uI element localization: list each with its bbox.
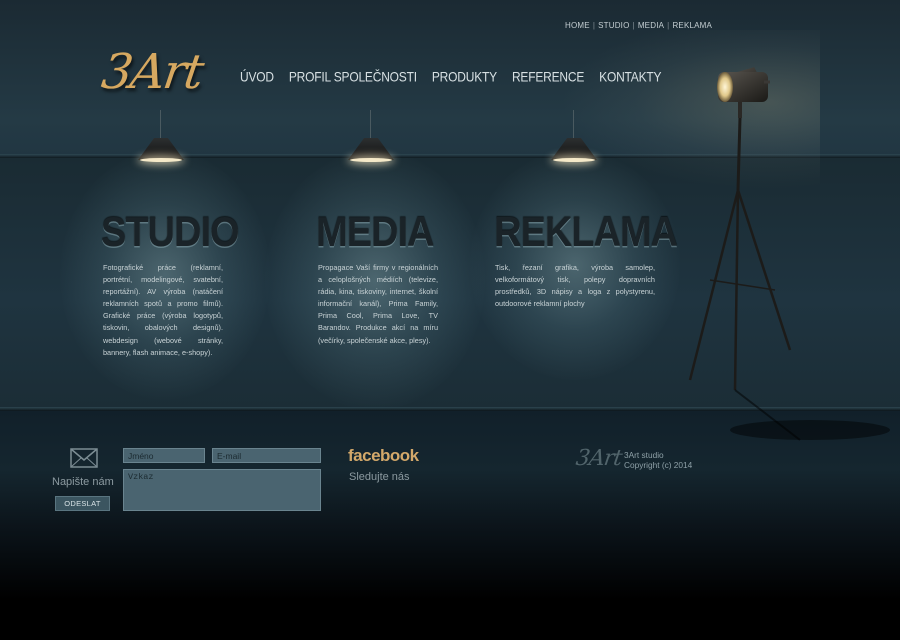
separator: | [592,21,596,30]
ceiling-lamp-icon [549,110,599,166]
contact-label: Napište nám [52,476,114,488]
copyright-text: Copyright (c) 2014 [624,460,693,470]
separator: | [667,21,670,30]
section-title-studio[interactable]: STUDIO [101,210,240,257]
send-button[interactable]: ODESLAT [55,496,110,511]
top-link-reklama[interactable]: REKLAMA [672,21,712,30]
copyright-block: 3Art studio Copyright (c) 2014 [624,450,692,470]
spotlight-tripod-icon [688,67,890,441]
top-links: HOME | STUDIO | MEDIA | REKLAMA [565,21,712,30]
separator: | [632,21,635,30]
nav-item-reference[interactable]: REFERENCE [512,69,584,85]
facebook-logo[interactable]: facebook [348,446,419,466]
nav-item-uvod[interactable]: ÚVOD [240,69,274,85]
section-title-media[interactable]: MEDIA [316,210,434,257]
top-link-media[interactable]: MEDIA [638,21,664,30]
section-text-reklama: Tisk, řezaní grafika, výroba samolep, ve… [495,263,655,309]
ceiling-lamp-icon [136,110,186,166]
ceiling-lamp-icon [346,110,396,166]
section-title-reklama[interactable]: REKLAMA [494,210,678,257]
main-nav: ÚVOD PROFIL SPOLEČNOSTI PRODUKTY REFEREN… [240,69,676,85]
section-text-studio: Fotografické práce (reklamní, portrétní,… [103,263,223,357]
email-input[interactable]: E-mail [212,448,321,463]
envelope-icon [70,448,98,468]
nav-item-produkty[interactable]: PRODUKTY [432,69,497,85]
name-input[interactable]: Jméno [123,448,205,463]
message-textarea[interactable]: Vzkaz [123,469,321,511]
site-logo[interactable]: 3Art [98,44,206,104]
studio-name: 3Art studio [624,450,664,460]
nav-item-profil[interactable]: PROFIL SPOLEČNOSTI [289,69,417,85]
section-text-media: Propagace Vaší firmy v regionálních a ce… [318,263,438,345]
facebook-follow-text[interactable]: Sledujte nás [349,471,410,483]
nav-item-kontakty[interactable]: KONTAKTY [599,69,661,85]
footer-logo: 3Art [574,446,624,471]
top-link-home[interactable]: HOME [565,21,590,30]
top-link-studio[interactable]: STUDIO [598,21,629,30]
